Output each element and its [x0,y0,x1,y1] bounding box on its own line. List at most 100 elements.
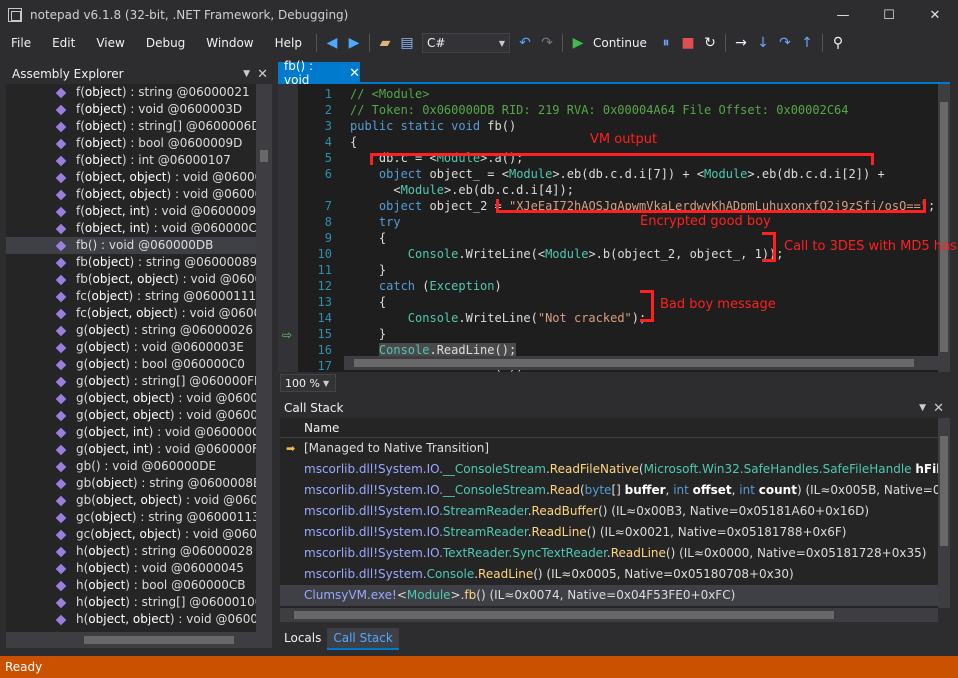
code-line[interactable]: 8 try [278,214,938,230]
step-over-icon[interactable]: ↷ [775,33,795,53]
tree-item[interactable]: fc(object) : string @06000111 [6,288,256,305]
tree-item[interactable]: g(object, int) : void @060000C1 [6,424,256,441]
undo-icon[interactable]: ↶ [515,33,535,53]
close-button[interactable]: ✕ [912,0,958,30]
step-into-icon[interactable]: ↓ [753,33,773,53]
scroll-thumb[interactable] [940,102,948,352]
editor-hscrollbar[interactable] [344,356,938,370]
assembly-explorer-tree[interactable]: f(object) : string @06000021 f(object) : … [6,84,256,632]
redo-icon[interactable]: ↷ [537,33,557,53]
call-stack-row[interactable]: mscorlib.dll!System.IO.TextReader.SyncTe… [280,543,938,564]
zoom-select[interactable]: 100 % ▼ [280,374,336,392]
dropdown-icon[interactable]: ▼ [919,403,926,413]
call-stack-row[interactable]: ClumsyVM.exe!<Module>.fb() (IL≈0x0074, N… [280,585,938,606]
scroll-thumb[interactable] [354,359,914,367]
search-icon[interactable]: ⚲ [828,33,848,53]
scroll-thumb[interactable] [940,436,948,546]
tree-item[interactable]: h(object) : string[] @06000100 [6,594,256,611]
tree-item[interactable]: g(object) : void @0600003E [6,339,256,356]
scroll-thumb[interactable] [260,150,268,162]
code-line[interactable]: 2 // Token: 0x060000DB RID: 219 RVA: 0x00… [278,102,938,118]
close-icon[interactable]: ✕ [933,401,944,416]
play-icon[interactable]: ▶ [568,33,588,53]
tab-call-stack[interactable]: Call Stack [327,628,399,650]
code-line[interactable]: 12 catch (Exception) [278,278,938,294]
pause-icon[interactable]: ⏸ [656,33,676,53]
tree-item[interactable]: f(object) : bool @0600009D [6,135,256,152]
call-stack-vscrollbar[interactable] [938,418,950,608]
language-select[interactable]: C# ▼ [421,33,510,53]
code-editor[interactable]: 1 // <Module> 2 // Token: 0x060000DB RID: 2… [278,84,938,372]
call-stack-row[interactable]: mscorlib.dll!System.IO.StreamReader.Read… [280,522,938,543]
restart-icon[interactable]: ↻ [700,33,720,53]
code-line[interactable]: 1 // <Module> [278,86,938,102]
tree-item[interactable]: g(object) : string @06000026 [6,322,256,339]
menu-debug[interactable]: Debug [135,30,195,56]
stop-icon[interactable]: ■ [678,33,698,53]
editor-vscrollbar[interactable] [938,84,950,372]
tree-item[interactable]: f(object, object) : void @06000063 [6,186,256,203]
tree-item[interactable]: h(object, object) : void @06000029 [6,611,256,628]
menu-file[interactable]: File [0,30,41,56]
save-all-icon[interactable]: ▤ [397,33,417,53]
call-stack-row[interactable]: mscorlib.dll!System.IO.__ConsoleStream.R… [280,459,938,480]
code-line[interactable]: 11 } [278,262,938,278]
tree-item[interactable]: fb() : void @060000DB [6,237,256,254]
tree-item[interactable]: f(object, object) : void @06000022 [6,169,256,186]
minimize-button[interactable]: — [820,0,866,30]
tree-item[interactable]: gc(object, object) : void @0600001 [6,526,256,543]
call-stack-hscrollbar[interactable] [280,608,938,622]
scroll-thumb[interactable] [294,611,834,619]
tree-item[interactable]: gb() : void @060000DE [6,458,256,475]
assembly-explorer-vscrollbar[interactable] [256,84,272,632]
call-stack-row[interactable]: mscorlib.dll!System.IO.__ConsoleStream.R… [280,480,938,501]
maximize-button[interactable]: ☐ [866,0,912,30]
tree-item[interactable]: gb(object) : string @0600008E [6,475,256,492]
menu-window[interactable]: Window [195,30,263,56]
code-line[interactable]: <Module>.eb(db.c.d.i[4]); [278,182,938,198]
tree-item[interactable]: g(object, object) : void @06000027 [6,390,256,407]
tree-item[interactable]: g(object, int) : void @060000F6 [6,441,256,458]
tree-item[interactable]: f(object) : void @0600003D [6,101,256,118]
menu-help[interactable]: Help [264,30,312,56]
call-stack-row[interactable]: mscorlib.dll!System.Console.ReadLine() (… [280,564,938,585]
tree-item[interactable]: h(object) : string @06000028 [6,543,256,560]
tree-item[interactable]: gb(object, object) : void @0600000 [6,492,256,509]
code-line[interactable]: 6 object object_ = <Module>.eb(db.c.d.i[… [278,166,938,182]
assembly-explorer-hscrollbar[interactable] [6,632,272,648]
tree-item[interactable]: fb(object) : string @06000089 [6,254,256,271]
menu-edit[interactable]: Edit [41,30,85,56]
tab-locals[interactable]: Locals [278,628,327,650]
close-icon[interactable]: ✕ [257,67,268,82]
open-folder-icon[interactable]: ▰ [375,33,395,53]
tree-item[interactable]: fc(object, object) : void @06000011 [6,305,256,322]
tree-item[interactable]: f(object) : string @06000021 [6,84,256,101]
tree-item[interactable]: h(object) : bool @060000CB [6,577,256,594]
code-line[interactable]: 15 } [278,326,938,342]
close-icon[interactable]: ✕ [349,66,360,81]
dropdown-icon[interactable]: ▼ [243,69,250,79]
forward-icon[interactable]: ▶ [344,33,364,53]
tree-item[interactable]: g(object) : string[] @060000FD [6,373,256,390]
call-stack-row[interactable]: mscorlib.dll!System.IO.StreamReader.Read… [280,501,938,522]
tree-item[interactable]: fb(object, object) : void @06000008 [6,271,256,288]
tree-item[interactable]: f(object, int) : void @0600009E [6,203,256,220]
step-out-icon[interactable]: ↑ [797,33,817,53]
tree-item[interactable]: g(object) : bool @060000C0 [6,356,256,373]
tree-item[interactable]: h(object) : void @06000045 [6,560,256,577]
back-icon[interactable]: ◀ [322,33,342,53]
call-stack-row[interactable]: ➡ [Managed to Native Transition] [280,438,938,459]
call-stack-column-name[interactable]: Name [280,418,938,438]
tree-item[interactable]: g(object, object) : void @06000065 [6,407,256,424]
scroll-thumb[interactable] [84,636,234,644]
call-stack-list[interactable]: Name ➡ [Managed to Native Transition] msco… [280,418,938,608]
tree-item[interactable]: gc(object) : string @06000113 [6,509,256,526]
code-line[interactable]: 14 Console.WriteLine("Not cracked"); [278,310,938,326]
tree-item[interactable]: f(object, int) : void @060000CA [6,220,256,237]
code-line[interactable]: 13 { [278,294,938,310]
show-next-statement-icon[interactable]: → [731,33,751,53]
menu-view[interactable]: View [85,30,134,56]
editor-tab-fb[interactable]: fb() : void ✕ [278,59,360,87]
continue-button[interactable]: Continue [593,36,647,50]
tree-item[interactable]: f(object) : string[] @0600006D [6,118,256,135]
